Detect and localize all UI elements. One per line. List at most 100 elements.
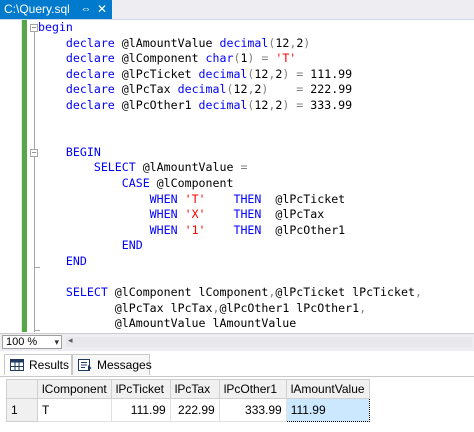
column-header[interactable]: lPcOther1	[219, 380, 286, 399]
code-token: THEN	[206, 192, 276, 206]
collapse-icon[interactable]: −	[30, 24, 38, 32]
scroll-left-icon[interactable]: ◂	[68, 335, 73, 346]
table-cell[interactable]: 333.99	[219, 399, 286, 422]
code-token: WHEN	[38, 223, 185, 237]
code-token: declare	[38, 67, 122, 81]
code-line[interactable]: CASE @lComponent	[38, 176, 422, 192]
code-token: 'X'	[185, 207, 206, 221]
code-token: declare	[38, 98, 122, 112]
code-line[interactable]: BEGIN	[38, 145, 422, 161]
tab-messages[interactable]: Messages	[72, 354, 150, 375]
code-token: 'T'	[185, 192, 206, 206]
tab-results[interactable]: Results	[4, 354, 72, 375]
code-token: ,	[359, 301, 366, 315]
code-token: decimal	[199, 98, 248, 112]
row-number-header[interactable]	[7, 380, 38, 399]
code-line[interactable]: begin	[38, 20, 422, 36]
code-line[interactable]: declare @lPcOther1 decimal(12,2) = 333.9…	[38, 98, 422, 114]
code-token: THEN	[206, 223, 276, 237]
code-line[interactable]: WHEN '1' THEN @lPcOther1	[38, 223, 422, 239]
close-icon[interactable]: ✕	[96, 0, 108, 19]
code-token: END	[38, 238, 143, 252]
code-token: decimal	[199, 67, 248, 81]
column-header[interactable]: lComponent	[38, 380, 112, 399]
code-token: '1'	[185, 223, 206, 237]
collapse-icon[interactable]: −	[30, 149, 38, 157]
code-token: 'T'	[275, 51, 296, 65]
code-token: @lComponent	[122, 51, 206, 65]
outline-line	[34, 32, 35, 332]
zoom-value: 100 %	[6, 336, 37, 348]
code-line[interactable]: declare @lAmountValue decimal(12,2)	[38, 36, 422, 52]
code-token: decimal	[178, 82, 227, 96]
row-number[interactable]: 1	[7, 399, 38, 422]
code-token: ) =	[247, 51, 275, 65]
code-token: BEGIN	[38, 145, 101, 159]
code-token: @lComponent lComponent	[115, 285, 269, 299]
code-token: declare	[38, 36, 122, 50]
editor-margin	[0, 20, 22, 332]
code-token: ) =	[261, 82, 310, 96]
code-token: @lPcTicket	[275, 192, 345, 206]
code-line[interactable]: WHEN 'X' THEN @lPcTax	[38, 207, 422, 223]
code-token: 333.99	[310, 98, 352, 112]
horizontal-scrollbar[interactable]: ◂	[66, 337, 472, 347]
code-line[interactable]: END	[38, 238, 422, 254]
code-token: 12	[254, 98, 268, 112]
results-grid: lComponent lPcTicket lPcTax lPcOther1 lA…	[0, 376, 474, 432]
code-line[interactable]: END	[38, 254, 422, 270]
code-token: @lPcOther1	[275, 223, 345, 237]
code-token: SELECT	[38, 285, 115, 299]
code-token: 111.99	[310, 67, 352, 81]
column-header[interactable]: lPcTax	[170, 380, 219, 399]
code-text[interactable]: begin declare @lAmountValue decimal(12,2…	[38, 20, 422, 332]
code-token: ,	[415, 285, 422, 299]
code-line[interactable]: declare @lPcTax decimal(12,2) = 222.99	[38, 82, 422, 98]
table-cell[interactable]: T	[38, 399, 112, 422]
code-line[interactable]: declare @lPcTicket decimal(12,2) = 111.9…	[38, 67, 422, 83]
code-token: 12	[233, 82, 247, 96]
pin-icon[interactable]: ⇔	[80, 0, 92, 19]
code-token: declare	[38, 51, 122, 65]
code-token: ,	[213, 301, 220, 315]
selected-table-cell[interactable]: 111.99	[286, 399, 369, 422]
code-line[interactable]	[38, 270, 422, 286]
code-line[interactable]: SELECT @lAmountValue =	[38, 160, 422, 176]
code-token: @lPcOther1	[122, 98, 199, 112]
chevron-down-icon: ▾	[54, 336, 59, 348]
code-token: @lPcTax	[122, 82, 178, 96]
code-token: begin	[38, 20, 73, 34]
code-line[interactable]	[38, 129, 422, 145]
code-token: CASE	[38, 176, 157, 190]
table-cell[interactable]: 222.99	[170, 399, 219, 422]
code-line[interactable]	[38, 114, 422, 130]
code-token: WHEN	[38, 192, 185, 206]
code-line[interactable]: declare @lComponent char(1) = 'T'	[38, 51, 422, 67]
tab-query-sql[interactable]: C:\Query.sql ⇔ ✕	[0, 0, 112, 19]
zoom-dropdown[interactable]: 100 % ▾	[2, 335, 62, 349]
results-table: lComponent lPcTicket lPcTax lPcOther1 lA…	[6, 379, 370, 422]
header-row: lComponent lPcTicket lPcTax lPcOther1 lA…	[7, 380, 370, 399]
code-line[interactable]: SELECT @lComponent lComponent,@lPcTicket…	[38, 285, 422, 301]
code-token: 12	[275, 36, 289, 50]
code-token: ) =	[282, 98, 310, 112]
messages-icon	[78, 359, 92, 371]
code-token: SELECT	[38, 160, 143, 174]
code-token: @lPcTicket lPcTicket	[275, 285, 415, 299]
code-token: @lComponent	[157, 176, 234, 190]
query-editor[interactable]: − − begin declare @lAmountValue decimal(…	[0, 20, 474, 332]
editor-status-bar: 100 % ▾ ◂	[0, 333, 474, 351]
code-token: THEN	[206, 207, 276, 221]
code-line[interactable]: WHEN 'T' THEN @lPcTicket	[38, 192, 422, 208]
change-tracking-bar	[22, 20, 27, 332]
column-header[interactable]: lAmountValue	[286, 380, 369, 399]
code-line[interactable]: @lAmountValue lAmountValue	[38, 316, 422, 332]
code-token: 12	[254, 67, 268, 81]
code-token: =	[240, 160, 247, 174]
table-cell[interactable]: 111.99	[111, 399, 170, 422]
code-token: ) =	[282, 67, 310, 81]
code-token: decimal	[220, 36, 269, 50]
code-line[interactable]: @lPcTax lPcTax,@lPcOther1 lPcOther1,	[38, 301, 422, 317]
code-token: char	[206, 51, 234, 65]
column-header[interactable]: lPcTicket	[111, 380, 170, 399]
